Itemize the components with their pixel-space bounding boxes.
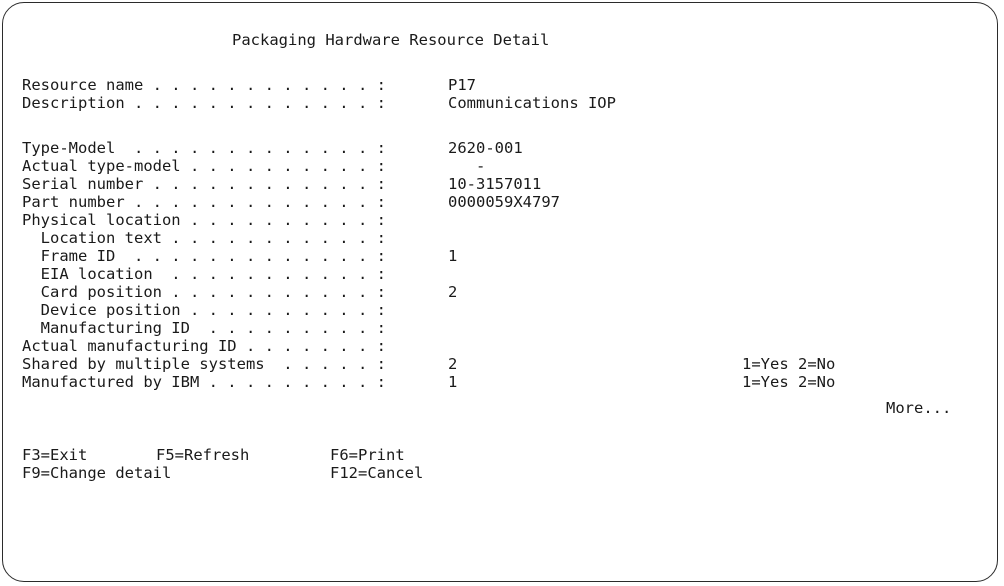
field-value-card-position: 2 <box>448 283 458 301</box>
field-label-shared-by-multiple-systems: Shared by multiple systems . . . . . : <box>22 355 386 373</box>
field-label-eia-location: EIA location . . . . . . . . . . . : <box>22 265 386 283</box>
field-value-shared-by-multiple-systems[interactable]: 2 <box>448 355 457 373</box>
field-label-type-model: Type-Model . . . . . . . . . . . . . : <box>22 139 386 157</box>
screen-title: Packaging Hardware Resource Detail <box>232 31 550 49</box>
field-hint-manufactured-by-ibm: 1=Yes 2=No <box>742 373 836 391</box>
field-label-part-number: Part number . . . . . . . . . . . . . : <box>22 193 386 211</box>
field-label-manufacturing-id: Manufacturing ID . . . . . . . . . : <box>22 319 386 337</box>
more-indicator: More... <box>886 399 952 417</box>
field-value-resource-name: P17 <box>448 76 476 94</box>
field-value-serial-number: 10-3157011 <box>448 175 542 193</box>
field-value-frame-id: 1 <box>448 247 458 265</box>
field-value-actual-type-model: - <box>448 157 486 175</box>
fkey-f5-refresh[interactable]: F5=Refresh <box>156 446 249 464</box>
field-label-actual-type-model: Actual type-model . . . . . . . . . . : <box>22 157 386 175</box>
field-label-actual-manufacturing-id: Actual manufacturing ID . . . . . . . : <box>22 337 386 355</box>
field-hint-shared-by-multiple-systems: 1=Yes 2=No <box>742 355 836 373</box>
field-label-description: Description . . . . . . . . . . . . . : <box>22 94 386 112</box>
field-value-manufactured-by-ibm[interactable]: 1 <box>448 373 457 391</box>
field-label-serial-number: Serial number . . . . . . . . . . . . : <box>22 175 386 193</box>
field-value-description: Communications IOP <box>448 94 616 112</box>
fkey-f12-cancel[interactable]: F12=Cancel <box>330 464 423 482</box>
field-value-type-model: 2620-001 <box>448 139 523 157</box>
field-label-location-text: Location text . . . . . . . . . . . : <box>22 229 386 247</box>
field-label-frame-id: Frame ID . . . . . . . . . . . . . : <box>22 247 386 265</box>
field-label-card-position: Card position . . . . . . . . . . . : <box>22 283 386 301</box>
field-label-manufactured-by-ibm: Manufactured by IBM . . . . . . . . . : <box>22 373 386 391</box>
fkey-f9-change-detail[interactable]: F9=Change detail <box>22 464 171 482</box>
fkey-f3-exit[interactable]: F3=Exit <box>22 446 87 464</box>
field-label-device-position: Device position . . . . . . . . . . : <box>22 301 386 319</box>
field-label-resource-name: Resource name . . . . . . . . . . . . : <box>22 76 386 94</box>
fkey-f6-print[interactable]: F6=Print <box>330 446 405 464</box>
field-label-physical-location: Physical location . . . . . . . . . . : <box>22 211 386 229</box>
field-value-part-number: 0000059X4797 <box>448 193 560 211</box>
